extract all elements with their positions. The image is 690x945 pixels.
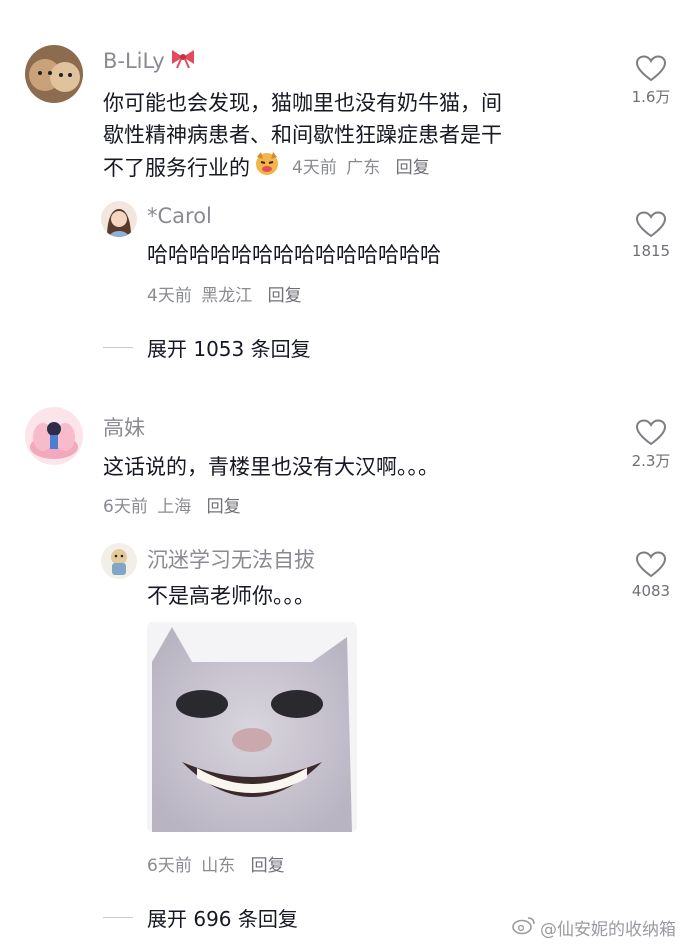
avatar[interactable]: [101, 543, 137, 579]
reply-button[interactable]: 回复: [268, 286, 302, 306]
comment-time: 4天前: [292, 157, 337, 178]
comment-text: 哈哈哈哈哈哈哈哈哈哈哈哈哈哈: [147, 243, 441, 267]
avatar[interactable]: [25, 45, 83, 103]
red-bow-icon: [169, 47, 197, 74]
avatar[interactable]: [25, 407, 83, 465]
like-count: 1815: [631, 242, 671, 260]
divider: [103, 917, 133, 918]
comment-location: 黑龙江: [201, 286, 253, 306]
like-count: 1.6万: [631, 88, 671, 106]
weibo-logo-icon: [512, 915, 536, 940]
expand-replies-button[interactable]: 展开 1053 条回复: [103, 333, 311, 362]
reply-button[interactable]: 回复: [207, 497, 241, 517]
heart-outline-icon: [621, 551, 681, 578]
divider: [103, 347, 133, 348]
comment-meta: 6天前 上海 回复: [103, 492, 241, 517]
comment-meta: 4天前 黑龙江 回复: [147, 281, 302, 306]
username[interactable]: *Carol: [147, 204, 212, 228]
watermark: @仙安妮的收纳箱: [512, 915, 676, 940]
cat-meme-image[interactable]: [147, 622, 357, 832]
expand-replies-button[interactable]: 展开 696 条回复: [103, 903, 298, 932]
like-count: 2.3万: [631, 452, 671, 470]
username[interactable]: 沉迷学习无法自拔: [147, 544, 315, 574]
like-button[interactable]: 4083: [621, 551, 681, 600]
reply-button[interactable]: 回复: [396, 158, 430, 178]
comment-location: 山东: [201, 856, 236, 876]
dog-face-emoji-icon: [254, 151, 280, 184]
comment-text: 不是高老师你。。。: [147, 584, 315, 608]
username[interactable]: B-LiLy: [103, 47, 197, 74]
comment-meta: 6天前 山东 回复: [147, 851, 285, 876]
heart-outline-icon: [621, 55, 681, 82]
comment-time: 6天前: [147, 856, 192, 876]
avatar[interactable]: [101, 201, 137, 237]
comment-location: 广东: [346, 157, 381, 178]
like-button[interactable]: 1815: [621, 211, 681, 260]
comment-text: 你可能也会发现，猫咖里也没有奶牛猫，间 歇性精神病患者、和间歇性狂躁症患者是干 …: [103, 87, 603, 184]
reply-button[interactable]: 回复: [251, 856, 285, 876]
username[interactable]: 高妹: [103, 412, 145, 442]
heart-outline-icon: [621, 419, 681, 446]
comment-location: 上海: [157, 497, 192, 517]
comment-time: 4天前: [147, 286, 192, 306]
like-button[interactable]: 2.3万: [621, 419, 681, 471]
comment-time: 6天前: [103, 497, 148, 517]
like-count: 4083: [631, 582, 671, 600]
comment-text: 这话说的，青楼里也没有大汉啊。。。: [103, 455, 439, 479]
heart-outline-icon: [621, 211, 681, 238]
like-button[interactable]: 1.6万: [621, 55, 681, 107]
